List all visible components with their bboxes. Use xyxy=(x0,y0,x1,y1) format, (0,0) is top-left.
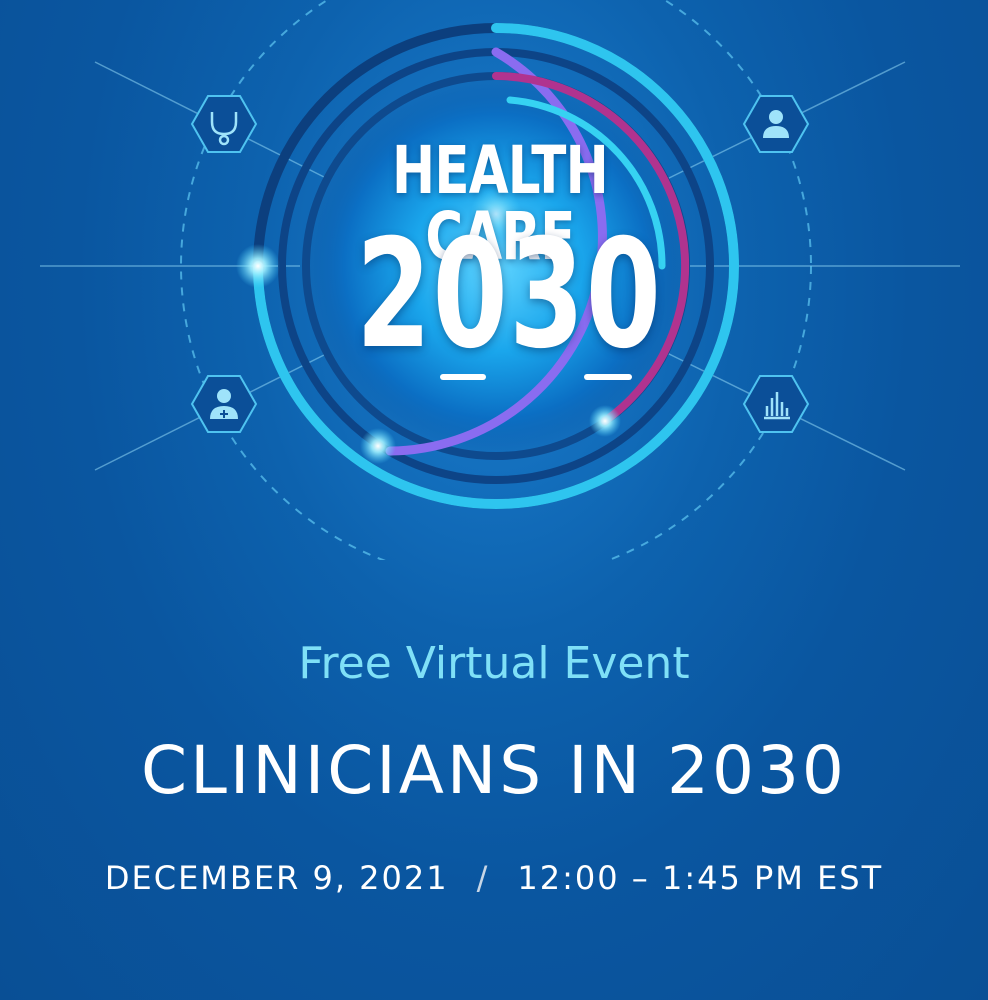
glow-dot-left xyxy=(236,244,280,288)
logo-underscore-left xyxy=(440,374,486,380)
event-datetime: DECEMBER 9, 2021 / 12:00 – 1:45 PM EST xyxy=(0,862,988,894)
bar-chart-icon xyxy=(742,375,810,433)
event-poster: HEALTH CARE 2030 Free Virtual Event CLIN… xyxy=(0,0,988,1000)
doctor-icon xyxy=(190,375,258,433)
event-date: DECEMBER 9, 2021 xyxy=(104,859,449,897)
logo-year: 2030 xyxy=(356,208,663,382)
glow-dot-bottom xyxy=(360,428,396,464)
event-title: CLINICIANS IN 2030 xyxy=(141,732,847,809)
glow-dot-right xyxy=(589,405,621,437)
user-icon xyxy=(742,95,810,153)
logo-underscore-right xyxy=(584,374,632,380)
stethoscope-icon xyxy=(190,95,258,153)
date-time-separator: / xyxy=(476,859,490,897)
event-subtitle: Free Virtual Event xyxy=(298,638,690,689)
event-time: 12:00 – 1:45 PM EST xyxy=(517,859,884,897)
